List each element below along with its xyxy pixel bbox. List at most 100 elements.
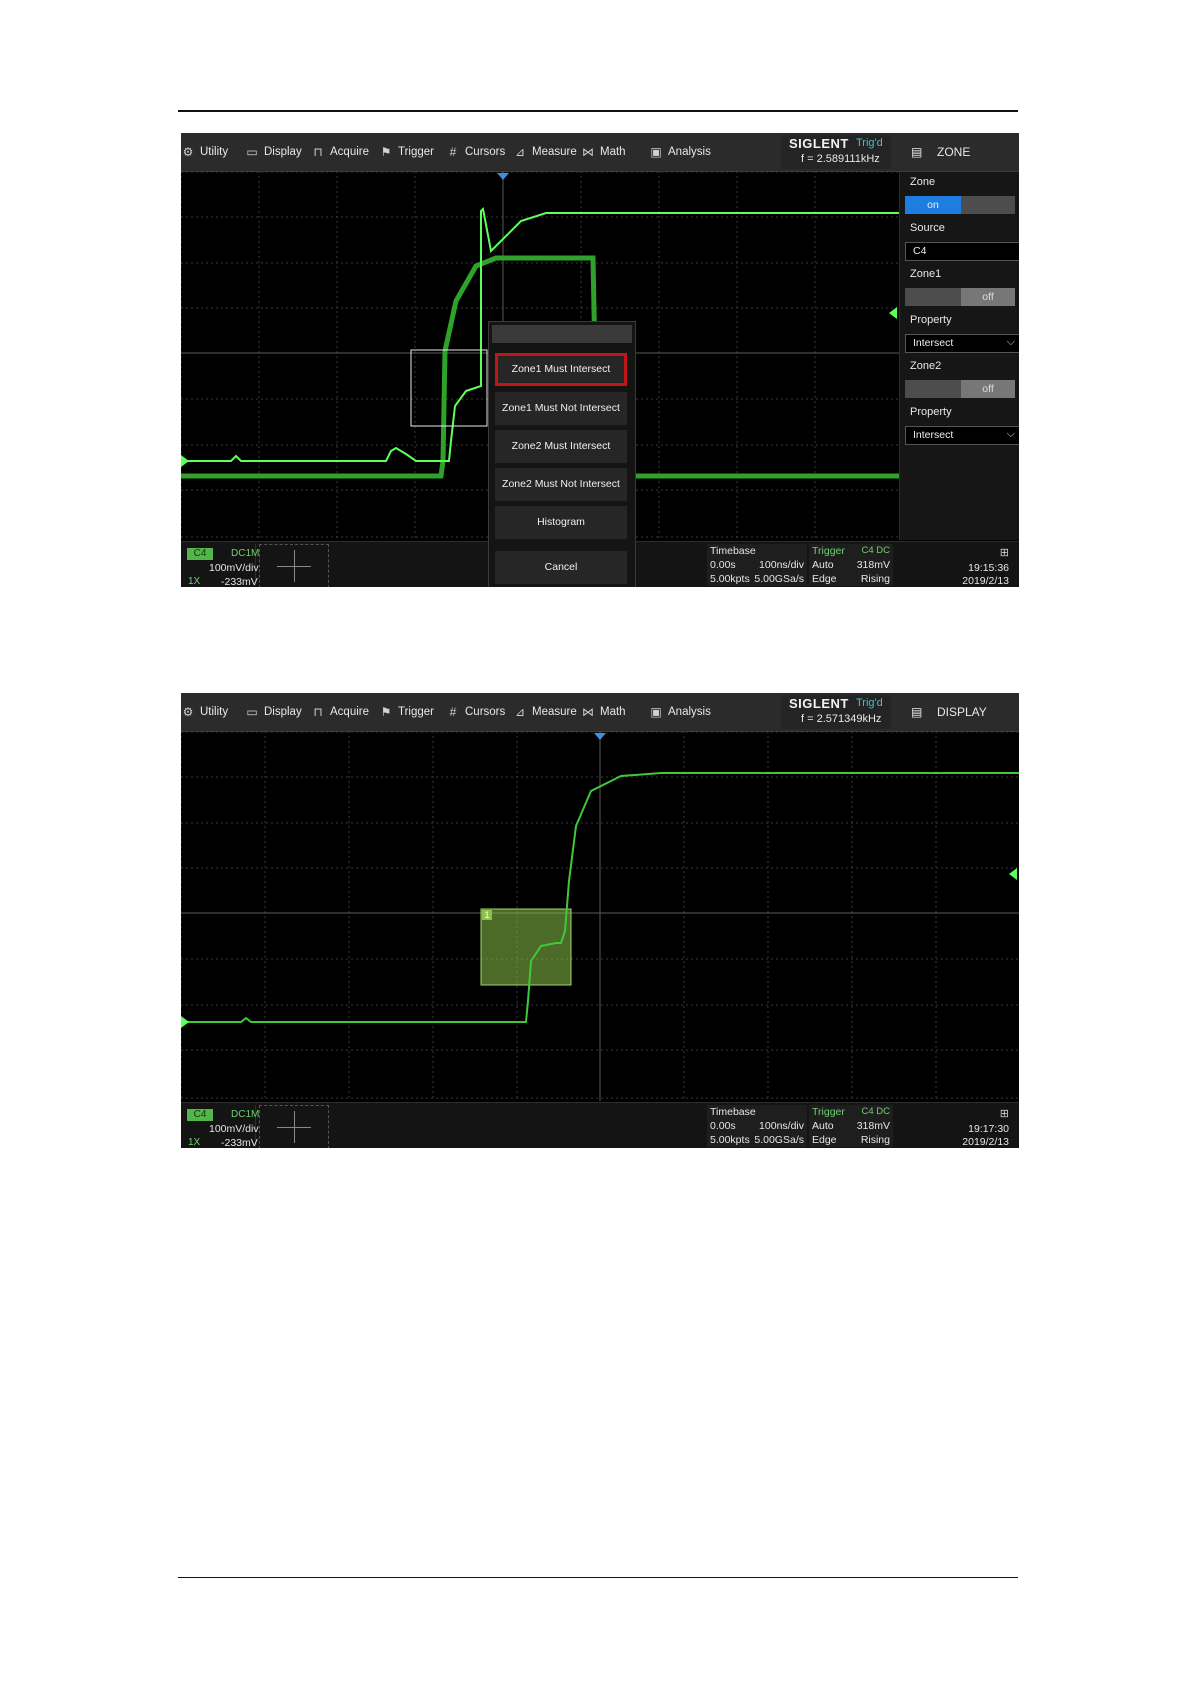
frequency-readout: f = 2.571349kHz [801,713,882,725]
add-channel-slot[interactable] [259,1105,329,1148]
menu-cursors[interactable]: # Cursors [446,133,506,171]
trigger-state: Trig'd [856,697,883,709]
zone-side-menu: Zone on Source C4 Zone1 off Property Int… [899,172,1019,540]
hash-icon: # [449,705,457,719]
menu-acquire[interactable]: ⊓ Acquire [311,693,369,731]
popup-item-histogram[interactable]: Histogram [495,506,627,539]
zone-toggle[interactable]: on [905,196,1015,214]
menu-utility[interactable]: ⚙ Utility [181,693,229,731]
zone-on-state: on [905,196,961,214]
ground-marker-icon [181,1016,189,1028]
source-select[interactable]: C4 [905,242,1019,261]
clock-panel[interactable]: ⊞ 19:15:36 2019/2/13 [895,544,1017,587]
trigger-marker-icon [594,733,606,740]
menu-bar: ⚙ Utility ▭ Display ⊓ Acquire ⚑ Trigger # Cur… [181,693,1019,732]
document-icon: ▤ [911,705,923,719]
menu-math[interactable]: ⋈ Math [581,693,626,731]
scope-screen-zone: ⚙ Utility ▭ Display ⊓ Acquire ⚑ Trigger # Cur… [181,133,1019,587]
property1-select[interactable]: Intersect ⌵ [905,334,1019,353]
active-menu-title[interactable]: ▤ ZONE [897,133,1019,171]
flag-icon: ⚑ [380,145,392,159]
channel-vdiv: 100mV/div [209,562,259,574]
clock-panel[interactable]: ⊞ 19:17:30 2019/2/13 [895,1105,1017,1148]
brand-panel: SIGLENT Trig'd f = 2.571349kHz [781,695,891,729]
timebase-panel[interactable]: Timebase 0.00s 100ns/div 5.00kpts 5.00GS… [707,1105,807,1147]
ground-marker-icon [181,455,189,467]
monitor-icon: ▭ [246,145,258,159]
clock-date: 2019/2/13 [962,1136,1009,1148]
document-icon: ▤ [911,145,923,159]
popup-item-zone1-must-intersect[interactable]: Zone1 Must Intersect [495,353,627,386]
level-marker-icon [1009,868,1017,880]
clock-date: 2019/2/13 [962,575,1009,587]
property2-select[interactable]: Intersect ⌵ [905,426,1019,445]
zone2-off-state: off [961,380,1015,398]
page-bottom-rule [178,1577,1018,1578]
menu-analysis[interactable]: ▣ Analysis [649,693,711,731]
popup-item-zone1-must-not-intersect[interactable]: Zone1 Must Not Intersect [495,392,627,425]
zone1-off-state: off [961,288,1015,306]
clock-time: 19:15:36 [968,562,1009,574]
trigger-state: Trig'd [856,137,883,149]
menu-utility[interactable]: ⚙ Utility [181,133,229,171]
frequency-readout: f = 2.589111kHz [801,153,880,165]
chevron-down-icon: ⌵ [1006,428,1015,440]
flag-icon: ⚑ [380,705,392,719]
math-icon: ⋈ [582,705,594,719]
channel-coupling: DC1M [231,1109,260,1120]
status-bar: C4 DC1M 100mV/div 1X -233mV Timebase 0.0… [181,1102,1019,1148]
math-icon: ⋈ [582,145,594,159]
network-icon: ⊞ [999,1108,1009,1120]
active-menu-title[interactable]: ▤ DISPLAY [897,693,1019,731]
brand-logo: SIGLENT [789,136,849,151]
zone1-filled [480,908,572,986]
add-channel-slot[interactable] [259,544,329,587]
zone1-number-tag: 1 [482,910,492,920]
menu-measure[interactable]: ⊿ Measure [513,693,577,731]
chevron-down-icon: ⌵ [1006,336,1015,348]
brand-panel: SIGLENT Trig'd f = 2.589111kHz [781,135,891,169]
monitor-icon: ▭ [246,705,258,719]
measure-icon: ⊿ [514,705,526,719]
trigger-marker-icon [497,173,509,180]
zone2-toggle[interactable]: off [905,380,1015,398]
timebase-panel[interactable]: Timebase 0.00s 100ns/div 5.00kpts 5.00GS… [707,544,807,586]
menu-display[interactable]: ▭ Display [245,133,301,171]
acquire-icon: ⊓ [313,705,323,719]
menu-bar: ⚙ Utility ▭ Display ⊓ Acquire ⚑ Trigger # Cur… [181,133,1019,172]
menu-trigger[interactable]: ⚑ Trigger [379,693,434,731]
zone1-toggle[interactable]: off [905,288,1015,306]
popup-header [492,325,632,343]
clock-time: 19:17:30 [968,1123,1009,1135]
hash-icon: # [449,145,457,159]
analysis-icon: ▣ [650,145,662,159]
scope-screen-display: ⚙ Utility ▭ Display ⊓ Acquire ⚑ Trigger # Cur… [181,693,1019,1148]
zone-property-popup: Zone1 Must Intersect Zone1 Must Not Inte… [488,321,636,587]
menu-trigger[interactable]: ⚑ Trigger [379,133,434,171]
menu-display[interactable]: ▭ Display [245,693,301,731]
channel-vdiv: 100mV/div [209,1123,259,1135]
acquire-icon: ⊓ [313,145,323,159]
trigger-panel[interactable]: Trigger C4 DC Auto 318mV Edge Rising [809,544,893,586]
channel-probe: 1X [188,1137,201,1148]
popup-item-zone2-must-intersect[interactable]: Zone2 Must Intersect [495,430,627,463]
popup-cancel-button[interactable]: Cancel [495,551,627,584]
gear-icon: ⚙ [182,145,194,159]
gear-icon: ⚙ [182,705,194,719]
channel-info[interactable]: C4 DC1M 100mV/div 1X -233mV [183,1105,260,1148]
menu-analysis[interactable]: ▣ Analysis [649,133,711,171]
page-top-rule [178,110,1018,112]
channel-badge: C4 [187,548,213,560]
channel-info[interactable]: C4 DC1M 100mV/div 1X -233mV [183,544,259,587]
channel-probe: 1X [188,576,201,587]
waveform-area: 1 [181,731,1019,1101]
trigger-panel[interactable]: Trigger C4 DC Auto 318mV Edge Rising [809,1105,893,1147]
menu-math[interactable]: ⋈ Math [581,133,626,171]
popup-item-zone2-must-not-intersect[interactable]: Zone2 Must Not Intersect [495,468,627,501]
waveform-svg [181,731,1019,1101]
menu-acquire[interactable]: ⊓ Acquire [311,133,369,171]
menu-cursors[interactable]: # Cursors [446,693,506,731]
network-icon: ⊞ [999,547,1009,559]
measure-icon: ⊿ [514,145,526,159]
menu-measure[interactable]: ⊿ Measure [513,133,577,171]
